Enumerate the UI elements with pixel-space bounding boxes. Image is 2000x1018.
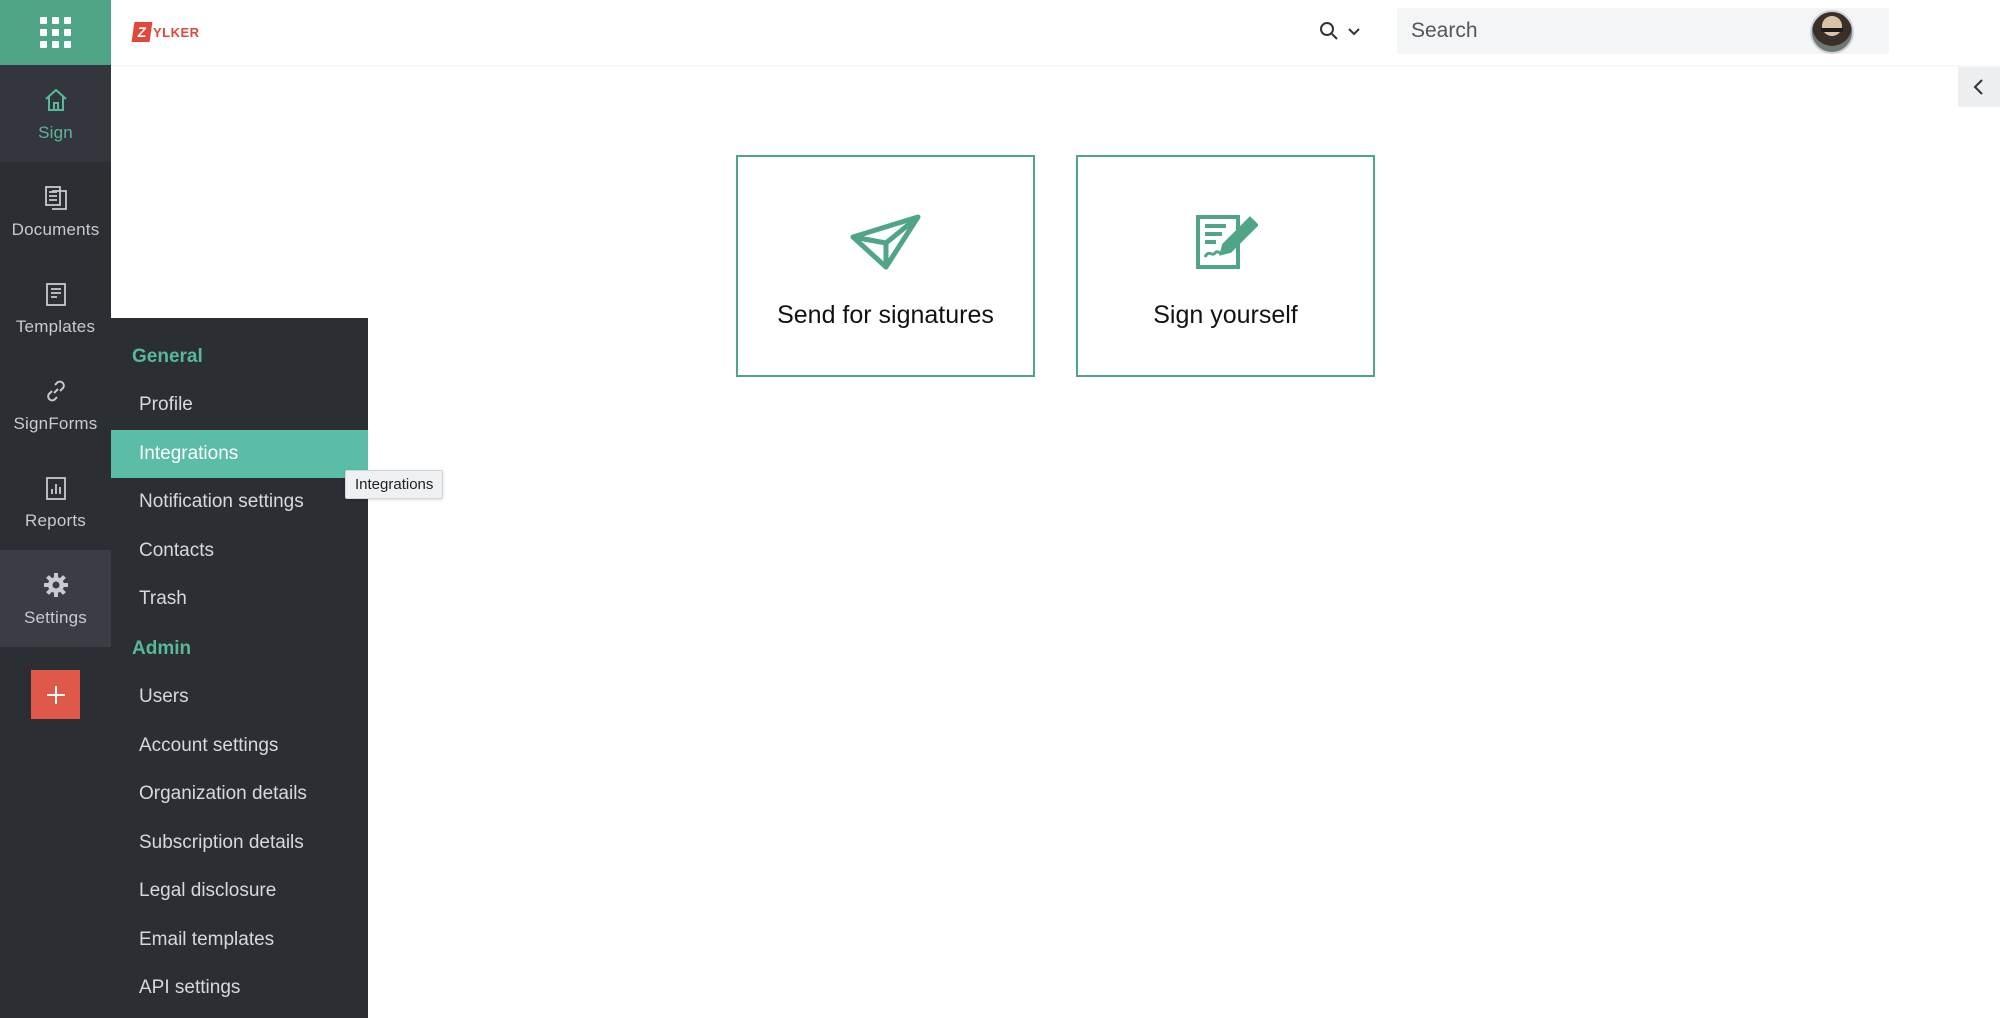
search-scope-dropdown[interactable] [1318, 20, 1362, 42]
rail-item-label: Sign [38, 122, 73, 142]
rail-item-label: Settings [23, 607, 88, 627]
menu-item-users[interactable]: Users [111, 673, 368, 721]
app-launcher-button[interactable] [0, 0, 111, 65]
rail-item-label: Templates [15, 316, 96, 336]
rail-item-label: Documents [11, 219, 100, 239]
logo-letter: Z [131, 22, 153, 42]
left-rail: Sign Documents Templates SignForms Repor… [0, 0, 111, 1018]
menu-item-api-settings[interactable]: API settings [111, 964, 368, 1012]
sign-yourself-card[interactable]: Sign yourself [1076, 155, 1375, 377]
menu-item-account-settings[interactable]: Account settings [111, 722, 368, 770]
chevron-left-icon [1973, 79, 1983, 95]
rail-item-label: SignForms [13, 413, 98, 433]
gear-icon [41, 570, 71, 600]
rail-item-templates[interactable]: Templates [0, 259, 111, 356]
integrations-tooltip: Integrations [345, 470, 444, 499]
card-label: Sign yourself [1153, 301, 1298, 329]
rail-item-signforms[interactable]: SignForms [0, 356, 111, 453]
menu-item-contacts[interactable]: Contacts [111, 527, 368, 575]
menu-item-profile[interactable]: Profile [111, 381, 368, 429]
send-for-signatures-card[interactable]: Send for signatures [736, 155, 1035, 377]
menu-item-trash[interactable]: Trash [111, 575, 368, 623]
section-heading-general: General [132, 346, 203, 367]
home-icon [41, 85, 71, 115]
grid-icon [40, 17, 71, 48]
link-icon [41, 376, 71, 406]
rail-item-sign[interactable]: Sign [0, 65, 111, 162]
add-button[interactable] [31, 670, 80, 719]
search-icon [1320, 22, 1338, 40]
rail-item-reports[interactable]: Reports [0, 453, 111, 550]
menu-item-notification-settings[interactable]: Notification settings [111, 478, 368, 526]
rail-item-settings[interactable]: Settings [0, 550, 111, 647]
paper-plane-icon [850, 213, 922, 271]
zylker-logo[interactable]: Z YLKER [131, 22, 200, 42]
plus-icon [46, 685, 65, 704]
collapse-panel-button[interactable] [1958, 67, 2000, 107]
card-label: Send for signatures [777, 301, 994, 329]
sign-document-icon [1194, 213, 1258, 271]
chevron-down-icon [1348, 28, 1360, 36]
menu-item-email-templates[interactable]: Email templates [111, 916, 368, 964]
logo-word: YLKER [153, 24, 200, 40]
avatar[interactable] [1810, 10, 1854, 54]
rail-item-label: Reports [25, 510, 86, 530]
menu-item-integrations[interactable]: Integrations [111, 430, 368, 478]
menu-item-legal-disclosure[interactable]: Legal disclosure [111, 867, 368, 915]
menu-item-subscription-details[interactable]: Subscription details [111, 819, 368, 867]
templates-icon [41, 279, 71, 309]
documents-icon [41, 182, 71, 212]
reports-icon [41, 473, 71, 503]
section-heading-admin: Admin [132, 638, 192, 659]
menu-item-organization-details[interactable]: Organization details [111, 770, 368, 818]
rail-item-documents[interactable]: Documents [0, 162, 111, 259]
settings-flyout-menu: General Profile Integrations Notificatio… [111, 318, 368, 1018]
